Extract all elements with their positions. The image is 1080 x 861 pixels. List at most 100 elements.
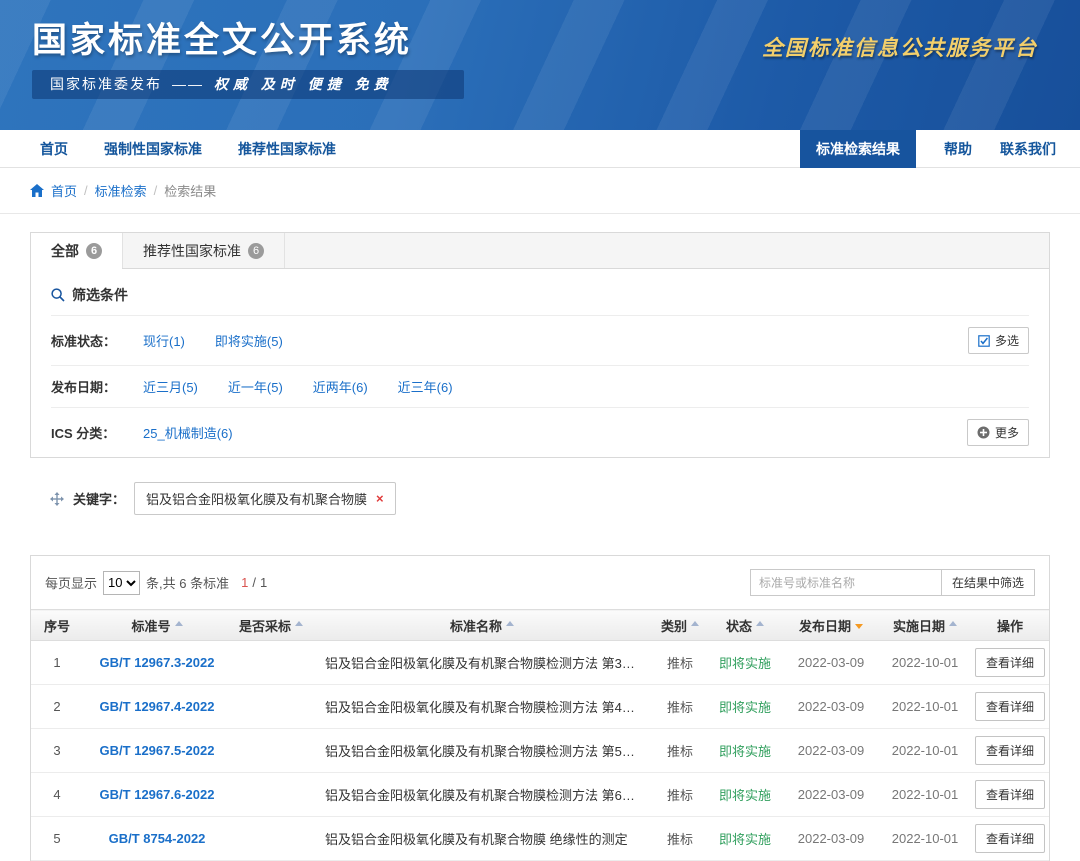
category-cell: 推标 xyxy=(653,773,707,817)
category-cell: 推标 xyxy=(653,685,707,729)
col-header-name[interactable]: 标准名称 xyxy=(311,610,653,641)
standard-code-link[interactable]: GB/T 12967.4-2022 xyxy=(100,699,215,714)
platform-wordmark: 全国标准信息公共服务平台 xyxy=(762,32,1038,62)
col-header-publish-date[interactable]: 发布日期 xyxy=(783,610,879,641)
category-cell: 推标 xyxy=(653,817,707,861)
col-header-code[interactable]: 标准号 xyxy=(83,610,231,641)
col-header-adopted[interactable]: 是否采标 xyxy=(231,610,311,641)
adopted-cell xyxy=(231,641,311,685)
sort-asc-icon xyxy=(949,621,957,626)
publish-date-cell: 2022-03-09 xyxy=(798,743,865,758)
standard-name-cell: 铝及铝合金阳极氧化膜及有机聚合物膜检测方法 第5部分：抗... xyxy=(311,729,653,773)
nav-item-home[interactable]: 首页 xyxy=(40,139,68,159)
table-row: 4 GB/T 12967.6-2022 铝及铝合金阳极氧化膜及有机聚合物膜检测方… xyxy=(31,773,1049,817)
nav-item-search-results[interactable]: 标准检索结果 xyxy=(800,130,916,168)
adopted-cell xyxy=(231,773,311,817)
filter-row-status: 标准状态： 现行(1) 即将实施(5) 多选 xyxy=(51,315,1029,365)
tab-count-badge: 6 xyxy=(248,243,264,259)
tab-recommended-standards[interactable]: 推荐性国家标准 6 xyxy=(123,233,285,268)
publish-date-cell: 2022-03-09 xyxy=(798,699,865,714)
sort-asc-icon xyxy=(175,621,183,626)
filter-option-2years[interactable]: 近两年(6) xyxy=(313,377,368,396)
nav-right: 标准检索结果 帮助 联系我们 xyxy=(800,130,1080,168)
results-count: 条,共 6 条标准 xyxy=(146,573,229,592)
page-indicator: 1/1 xyxy=(241,575,267,590)
home-icon xyxy=(30,184,44,197)
filter-options: 近三月(5) 近一年(5) 近两年(6) 近三年(6) xyxy=(143,377,453,396)
filter-in-results-button[interactable]: 在结果中筛选 xyxy=(941,569,1035,596)
filter-options: 现行(1) 即将实施(5) xyxy=(143,331,283,350)
view-detail-button[interactable]: 查看详细 xyxy=(975,648,1045,677)
category-cell: 推标 xyxy=(653,729,707,773)
impl-date-cell: 2022-10-01 xyxy=(892,699,959,714)
tab-all[interactable]: 全部 6 xyxy=(31,233,123,268)
standard-code-link[interactable]: GB/T 12967.5-2022 xyxy=(100,743,215,758)
more-button[interactable]: 更多 xyxy=(967,419,1029,446)
standard-name-cell: 铝及铝合金阳极氧化膜及有机聚合物膜检测方法 第4部分：耐... xyxy=(311,685,653,729)
tab-label: 全部 xyxy=(51,241,79,261)
view-detail-button[interactable]: 查看详细 xyxy=(975,824,1045,853)
view-detail-button[interactable]: 查看详细 xyxy=(975,780,1045,809)
nav-item-contact[interactable]: 联系我们 xyxy=(1000,139,1056,159)
nav-item-recommended-standards[interactable]: 推荐性国家标准 xyxy=(238,139,336,159)
adopted-cell xyxy=(231,729,311,773)
sort-asc-icon xyxy=(691,621,699,626)
impl-date-cell: 2022-10-01 xyxy=(892,787,959,802)
view-detail-button[interactable]: 查看详细 xyxy=(975,692,1045,721)
keyword-row: 关键字： 铝及铝合金阳极氧化膜及有机聚合物膜 × xyxy=(50,482,1050,515)
banner-subtitle-strip: 国家标准委发布 —— 权威 及时 便捷 免费 xyxy=(32,70,464,99)
impl-date-cell: 2022-10-01 xyxy=(892,743,959,758)
close-icon[interactable]: × xyxy=(376,491,384,506)
filter-option-upcoming[interactable]: 即将实施(5) xyxy=(215,331,283,350)
standard-code-link[interactable]: GB/T 12967.3-2022 xyxy=(100,655,215,670)
page-separator: / xyxy=(252,575,256,590)
col-header-status[interactable]: 状态 xyxy=(707,610,783,641)
table-row: 2 GB/T 12967.4-2022 铝及铝合金阳极氧化膜及有机聚合物膜检测方… xyxy=(31,685,1049,729)
view-detail-button[interactable]: 查看详细 xyxy=(975,736,1045,765)
index-cell: 1 xyxy=(31,641,83,685)
col-header-category[interactable]: 类别 xyxy=(653,610,707,641)
status-badge: 即将实施 xyxy=(719,788,771,803)
standard-code-link[interactable]: GB/T 12967.6-2022 xyxy=(100,787,215,802)
table-row: 3 GB/T 12967.5-2022 铝及铝合金阳极氧化膜及有机聚合物膜检测方… xyxy=(31,729,1049,773)
nav-item-help[interactable]: 帮助 xyxy=(944,139,972,159)
publish-date-cell: 2022-03-09 xyxy=(798,787,865,802)
nav-item-mandatory-standards[interactable]: 强制性国家标准 xyxy=(104,139,202,159)
search-input[interactable] xyxy=(750,569,942,596)
publisher-label: 国家标准委发布 xyxy=(50,76,162,92)
slogan-text: 权威 及时 便捷 免费 xyxy=(214,76,393,92)
col-header-impl-date[interactable]: 实施日期 xyxy=(879,610,971,641)
publish-date-cell: 2022-03-09 xyxy=(798,655,865,670)
breadcrumb-search[interactable]: 标准检索 xyxy=(95,181,147,200)
page-content: 全部 6 推荐性国家标准 6 筛选条件 标准状态： 现行(1) 即将实施(5) … xyxy=(0,232,1080,861)
filter-label-publish-date: 发布日期： xyxy=(51,377,143,396)
result-tabs: 全部 6 推荐性国家标准 6 xyxy=(31,233,1049,269)
filter-label-status: 标准状态： xyxy=(51,331,143,350)
breadcrumb-home[interactable]: 首页 xyxy=(51,181,77,200)
move-arrows-icon xyxy=(50,492,64,506)
results-panel: 每页显示 10 条,共 6 条标准 1/1 在结果中筛选 序号 标准号 是否采 xyxy=(30,555,1050,861)
filter-option-3months[interactable]: 近三月(5) xyxy=(143,377,198,396)
standard-name-cell: 铝及铝合金阳极氧化膜及有机聚合物膜检测方法 第6部分：色... xyxy=(311,773,653,817)
sort-desc-active-icon xyxy=(855,624,863,629)
filter-option-ics-25[interactable]: 25_机械制造(6) xyxy=(143,423,233,442)
site-title: 国家标准全文公开系统 xyxy=(32,12,412,63)
filter-option-current[interactable]: 现行(1) xyxy=(143,331,185,350)
col-header-index: 序号 xyxy=(31,610,83,641)
per-page-select[interactable]: 10 xyxy=(103,571,140,595)
more-label: 更多 xyxy=(995,424,1019,441)
filter-option-1year[interactable]: 近一年(5) xyxy=(228,377,283,396)
results-table: 序号 标准号 是否采标 标准名称 类别 状态 发布日期 实施日期 操作 1 GB… xyxy=(31,609,1049,861)
filter-options: 25_机械制造(6) xyxy=(143,423,233,442)
multi-select-button[interactable]: 多选 xyxy=(968,327,1029,354)
table-row: 5 GB/T 8754-2022 铝及铝合金阳极氧化膜及有机聚合物膜 绝缘性的测… xyxy=(31,817,1049,861)
filter-row-ics: ICS 分类： 25_机械制造(6) 更多 xyxy=(51,407,1029,457)
subtitle-dash: —— xyxy=(172,76,204,92)
sort-asc-icon xyxy=(295,621,303,626)
sort-asc-icon xyxy=(756,621,764,626)
standard-name-cell: 铝及铝合金阳极氧化膜及有机聚合物膜检测方法 第3部分：盐... xyxy=(311,641,653,685)
standard-code-link[interactable]: GB/T 8754-2022 xyxy=(109,831,206,846)
keyword-tag[interactable]: 铝及铝合金阳极氧化膜及有机聚合物膜 × xyxy=(134,482,396,515)
status-badge: 即将实施 xyxy=(719,700,771,715)
filter-option-3years[interactable]: 近三年(6) xyxy=(398,377,453,396)
